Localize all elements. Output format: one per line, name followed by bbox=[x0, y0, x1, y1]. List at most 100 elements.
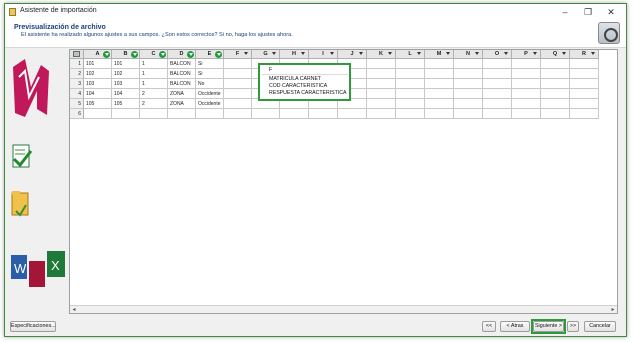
table-cell[interactable] bbox=[280, 109, 309, 119]
column-header-m[interactable]: M bbox=[425, 50, 454, 59]
table-cell[interactable] bbox=[425, 109, 454, 119]
table-cell[interactable]: Si bbox=[196, 69, 224, 79]
scroll-right-icon[interactable]: ▸ bbox=[609, 306, 617, 313]
table-cell[interactable] bbox=[512, 109, 541, 119]
table-cell[interactable]: No bbox=[196, 79, 224, 89]
table-cell[interactable] bbox=[224, 69, 252, 79]
column-mapping-dropdown[interactable]: F MATRICULA CARNET COD CARACTERISTICA RE… bbox=[258, 63, 351, 101]
next-button[interactable]: Siguiente > bbox=[533, 321, 564, 332]
table-cell[interactable] bbox=[224, 79, 252, 89]
table-cell[interactable] bbox=[541, 109, 570, 119]
row-number[interactable]: 1 bbox=[70, 59, 84, 69]
column-header-a[interactable]: A bbox=[84, 50, 112, 59]
dropdown-arrow-icon[interactable] bbox=[388, 52, 392, 55]
column-header-b[interactable]: B bbox=[112, 50, 140, 59]
minimize-button[interactable]: – bbox=[554, 6, 576, 18]
table-cell[interactable] bbox=[224, 109, 252, 119]
column-header-i[interactable]: I bbox=[309, 50, 338, 59]
column-header-k[interactable]: K bbox=[367, 50, 396, 59]
table-cell[interactable] bbox=[541, 89, 570, 99]
row-number[interactable]: 3 bbox=[70, 79, 84, 89]
horizontal-scrollbar[interactable]: ◂ ▸ bbox=[70, 305, 617, 313]
table-cell[interactable] bbox=[425, 79, 454, 89]
table-cell[interactable] bbox=[483, 59, 512, 69]
column-header-l[interactable]: L bbox=[396, 50, 425, 59]
close-button[interactable]: ✕ bbox=[600, 6, 622, 18]
table-cell[interactable] bbox=[367, 59, 396, 69]
table-cell[interactable] bbox=[396, 109, 425, 119]
column-header-d[interactable]: D bbox=[168, 50, 196, 59]
table-cell[interactable] bbox=[140, 109, 168, 119]
table-cell[interactable] bbox=[512, 89, 541, 99]
dropdown-arrow-icon[interactable] bbox=[446, 52, 450, 55]
column-header-o[interactable]: O bbox=[483, 50, 512, 59]
table-cell[interactable] bbox=[396, 69, 425, 79]
row-number[interactable]: 4 bbox=[70, 89, 84, 99]
table-cell[interactable] bbox=[425, 89, 454, 99]
dropdown-arrow-icon[interactable] bbox=[504, 52, 508, 55]
table-cell[interactable] bbox=[367, 99, 396, 109]
table-cell[interactable] bbox=[454, 99, 483, 109]
table-cell[interactable]: ZONA bbox=[168, 89, 196, 99]
table-cell[interactable]: Occidente bbox=[196, 89, 224, 99]
mapped-column-icon[interactable] bbox=[131, 51, 138, 58]
dropdown-arrow-icon[interactable] bbox=[562, 52, 566, 55]
table-cell[interactable] bbox=[512, 99, 541, 109]
table-cell[interactable] bbox=[483, 109, 512, 119]
first-page-button[interactable]: << bbox=[482, 321, 496, 332]
table-cell[interactable]: 1 bbox=[140, 69, 168, 79]
column-header-g[interactable]: G bbox=[252, 50, 280, 59]
table-cell[interactable] bbox=[396, 79, 425, 89]
table-cell[interactable]: BALCON bbox=[168, 59, 196, 69]
column-header-r[interactable]: R bbox=[570, 50, 599, 59]
table-cell[interactable] bbox=[425, 59, 454, 69]
table-cell[interactable] bbox=[425, 69, 454, 79]
dropdown-arrow-icon[interactable] bbox=[359, 52, 363, 55]
table-cell[interactable] bbox=[168, 109, 196, 119]
dropdown-arrow-icon[interactable] bbox=[244, 52, 248, 55]
dropdown-option-cod[interactable]: COD CARACTERISTICA bbox=[269, 83, 327, 89]
table-cell[interactable]: ZONA bbox=[168, 99, 196, 109]
table-cell[interactable]: 102 bbox=[84, 69, 112, 79]
table-cell[interactable] bbox=[541, 59, 570, 69]
table-cell[interactable] bbox=[112, 109, 140, 119]
column-header-q[interactable]: Q bbox=[541, 50, 570, 59]
table-cell[interactable] bbox=[367, 109, 396, 119]
table-cell[interactable]: 105 bbox=[112, 99, 140, 109]
table-cell[interactable] bbox=[196, 109, 224, 119]
row-number[interactable]: 6 bbox=[70, 109, 84, 119]
table-cell[interactable] bbox=[454, 69, 483, 79]
dropdown-option-matricula[interactable]: MATRICULA CARNET bbox=[269, 76, 321, 82]
table-cell[interactable] bbox=[309, 109, 338, 119]
table-cell[interactable] bbox=[512, 79, 541, 89]
column-header-p[interactable]: P bbox=[512, 50, 541, 59]
table-cell[interactable] bbox=[483, 99, 512, 109]
table-cell[interactable] bbox=[84, 109, 112, 119]
row-number[interactable]: 5 bbox=[70, 99, 84, 109]
table-cell[interactable] bbox=[224, 99, 252, 109]
column-header-h[interactable]: H bbox=[280, 50, 309, 59]
table-cell[interactable] bbox=[483, 69, 512, 79]
table-cell[interactable] bbox=[512, 59, 541, 69]
table-cell[interactable] bbox=[454, 79, 483, 89]
table-cell[interactable] bbox=[367, 79, 396, 89]
restore-button[interactable]: ❐ bbox=[577, 6, 599, 18]
table-cell[interactable] bbox=[570, 59, 599, 69]
table-cell[interactable] bbox=[338, 109, 367, 119]
table-cell[interactable] bbox=[541, 69, 570, 79]
mapped-column-icon[interactable] bbox=[103, 51, 110, 58]
table-cell[interactable]: 2 bbox=[140, 89, 168, 99]
table-cell[interactable]: 104 bbox=[112, 89, 140, 99]
column-header-e[interactable]: E bbox=[196, 50, 224, 59]
table-cell[interactable] bbox=[483, 89, 512, 99]
dropdown-arrow-icon[interactable] bbox=[475, 52, 479, 55]
table-cell[interactable] bbox=[224, 89, 252, 99]
table-cell[interactable] bbox=[224, 59, 252, 69]
table-cell[interactable] bbox=[425, 99, 454, 109]
table-cell[interactable]: 104 bbox=[84, 89, 112, 99]
cancel-button[interactable]: Cancelar bbox=[584, 321, 616, 332]
specifications-button[interactable]: Especificaciones... bbox=[10, 321, 56, 332]
column-header-c[interactable]: C bbox=[140, 50, 168, 59]
dropdown-arrow-icon[interactable] bbox=[330, 52, 334, 55]
table-cell[interactable]: 2 bbox=[140, 99, 168, 109]
